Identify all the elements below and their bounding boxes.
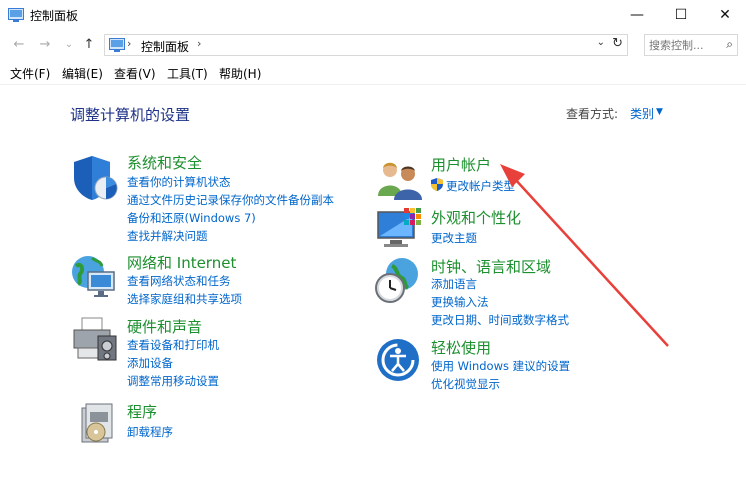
back-button[interactable]: ← xyxy=(10,36,28,54)
menu-help[interactable]: 帮助(H) xyxy=(219,65,261,82)
link-date-time-format[interactable]: 更改日期、时间或数字格式 xyxy=(431,312,569,328)
view-by-caret-icon[interactable]: ▼ xyxy=(656,107,663,117)
address-field[interactable]: › 控制面板 › ⌄ ↻ xyxy=(104,34,628,56)
breadcrumb-control-panel[interactable]: 控制面板 xyxy=(141,38,189,55)
search-input[interactable] xyxy=(649,37,717,53)
maximize-button[interactable]: ☐ xyxy=(658,0,704,30)
clock-globe-icon[interactable] xyxy=(374,256,422,304)
menu-edit[interactable]: 编辑(E) xyxy=(62,65,103,82)
user-accounts-icon[interactable] xyxy=(376,156,424,204)
programs-icon[interactable] xyxy=(76,400,124,448)
link-add-device[interactable]: 添加设备 xyxy=(127,355,173,371)
network-globe-icon[interactable] xyxy=(70,252,118,300)
search-box[interactable]: ⌕ xyxy=(644,34,738,56)
address-bar-row: ← → ⌄ ↑ › 控制面板 › ⌄ ↻ ⌕ xyxy=(0,32,746,58)
menu-bar: 文件(F) 编辑(E) 查看(V) 工具(T) 帮助(H) xyxy=(0,62,746,85)
category-title-programs[interactable]: 程序 xyxy=(127,401,157,422)
link-add-language[interactable]: 添加语言 xyxy=(431,276,477,292)
category-title-hardware-sound[interactable]: 硬件和声音 xyxy=(127,316,202,337)
page-title: 调整计算机的设置 xyxy=(70,106,191,124)
title-bar: 控制面板 — ☐ ✕ xyxy=(0,0,746,30)
link-view-computer-status[interactable]: 查看你的计算机状态 xyxy=(127,174,231,190)
control-panel-icon xyxy=(8,8,24,22)
link-change-input-method[interactable]: 更换输入法 xyxy=(431,294,489,310)
link-backup-restore[interactable]: 备份和还原(Windows 7) xyxy=(127,210,256,226)
category-title-clock-region[interactable]: 时钟、语言和区域 xyxy=(431,256,551,277)
uac-shield-icon xyxy=(431,178,443,191)
category-title-user-accounts[interactable]: 用户帐户 xyxy=(431,154,491,175)
link-mobility-settings[interactable]: 调整常用移动设置 xyxy=(127,373,219,389)
link-network-status[interactable]: 查看网络状态和任务 xyxy=(127,273,231,289)
appearance-icon[interactable] xyxy=(376,206,424,254)
refresh-icon[interactable]: ↻ xyxy=(612,36,623,51)
link-recommended-settings[interactable]: 使用 Windows 建议的设置 xyxy=(431,358,570,374)
category-title-network[interactable]: 网络和 Internet xyxy=(127,252,236,273)
category-title-system-security[interactable]: 系统和安全 xyxy=(127,152,202,173)
up-button[interactable]: ↑ xyxy=(80,36,98,54)
link-homegroup-sharing[interactable]: 选择家庭组和共享选项 xyxy=(127,291,242,307)
link-change-account-type[interactable]: 更改帐户类型 xyxy=(446,178,515,194)
forward-button[interactable]: → xyxy=(36,36,54,54)
search-icon[interactable]: ⌕ xyxy=(726,37,733,52)
breadcrumb-separator[interactable]: › xyxy=(127,37,131,50)
link-uninstall-program[interactable]: 卸载程序 xyxy=(127,424,173,440)
printer-icon[interactable] xyxy=(72,316,120,364)
ease-of-access-icon[interactable] xyxy=(374,336,422,384)
security-shield-icon[interactable] xyxy=(72,154,120,202)
menu-tools[interactable]: 工具(T) xyxy=(167,65,208,82)
link-optimize-visual-display[interactable]: 优化视觉显示 xyxy=(431,376,500,392)
breadcrumb-separator[interactable]: › xyxy=(197,37,201,50)
menu-view[interactable]: 查看(V) xyxy=(114,65,156,82)
view-by-dropdown[interactable]: 类别 xyxy=(630,105,654,122)
link-change-theme[interactable]: 更改主题 xyxy=(431,230,477,246)
menu-file[interactable]: 文件(F) xyxy=(10,65,50,82)
view-by-label: 查看方式: xyxy=(566,107,619,121)
close-button[interactable]: ✕ xyxy=(702,0,746,30)
link-file-history-backup[interactable]: 通过文件历史记录保存你的文件备份副本 xyxy=(127,192,334,208)
control-panel-icon xyxy=(109,38,125,52)
address-dropdown-icon[interactable]: ⌄ xyxy=(597,37,605,48)
minimize-button[interactable]: — xyxy=(614,0,660,30)
link-devices-printers[interactable]: 查看设备和打印机 xyxy=(127,337,219,353)
link-troubleshoot[interactable]: 查找并解决问题 xyxy=(127,228,208,244)
category-title-appearance[interactable]: 外观和个性化 xyxy=(431,207,521,228)
window-title: 控制面板 xyxy=(30,9,79,23)
recent-locations-button[interactable]: ⌄ xyxy=(60,36,78,54)
category-title-ease-of-access[interactable]: 轻松使用 xyxy=(431,337,491,358)
